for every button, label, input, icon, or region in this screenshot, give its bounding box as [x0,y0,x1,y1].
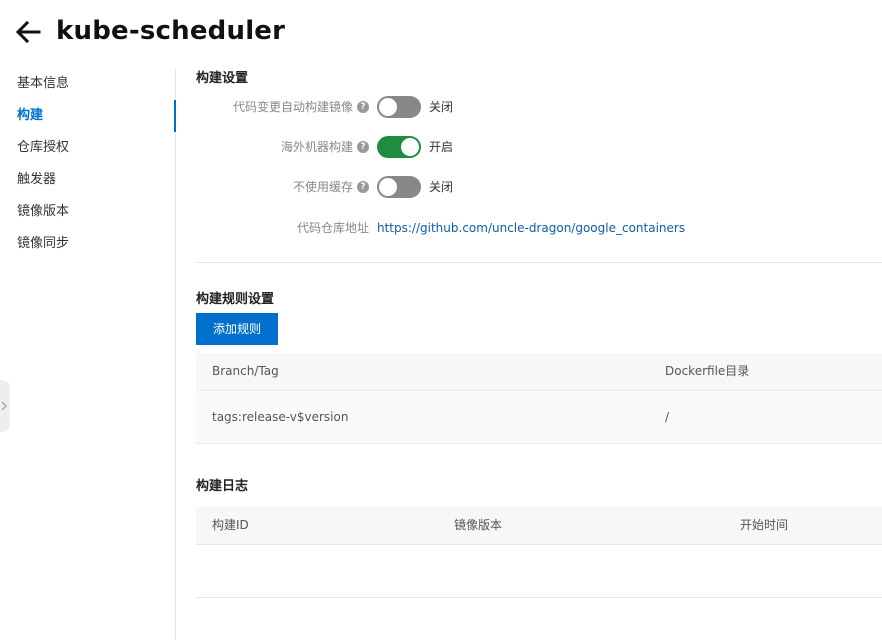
question-circle-icon[interactable]: ? [357,141,369,153]
sidebar-item-build[interactable]: 构建 [0,100,176,132]
arrow-left-icon [15,20,41,44]
auto-build-toggle[interactable] [377,96,421,118]
column-header-dockerfile-dir: Dockerfile目录 [665,364,750,378]
question-circle-icon[interactable]: ? [357,101,369,113]
build-logs-empty-body [196,545,882,598]
overseas-build-row: 海外机器构建 ? 开启 [196,135,882,159]
build-logs-table: 构建ID 镜像版本 开始时间 [196,507,882,598]
overseas-build-label: 海外机器构建 [280,140,353,154]
repo-url-row: 代码仓库地址 https://github.com/uncle-dragon/g… [196,216,882,240]
build-logs-table-header: 构建ID 镜像版本 开始时间 [196,507,882,545]
section-divider [196,262,882,263]
column-header-branch-tag: Branch/Tag [212,364,279,378]
cell-branch-tag: tags:release-v$version [212,410,349,424]
sidebar-item-image-sync[interactable]: 镜像同步 [0,228,175,260]
table-row[interactable]: tags:release-v$version / [196,391,882,444]
build-rules-table: Branch/Tag Dockerfile目录 tags:release-v$v… [196,353,882,444]
build-rules-title: 构建规则设置 [196,292,275,307]
auto-build-label-group: 代码变更自动构建镜像 ? [233,95,369,119]
toggle-knob [401,138,419,156]
back-button[interactable] [14,18,44,46]
no-cache-state: 关闭 [429,180,454,194]
sidebar-item-basic-info[interactable]: 基本信息 [0,68,175,100]
auto-build-state: 关闭 [429,100,454,114]
page-title: kube-scheduler [56,16,286,46]
auto-build-row: 代码变更自动构建镜像 ? 关闭 [196,95,882,119]
toggle-knob [379,98,397,116]
sidebar-nav: 基本信息 构建 仓库授权 触发器 镜像版本 镜像同步 [0,68,176,640]
sidebar-item-repo-auth[interactable]: 仓库授权 [0,132,175,164]
main-content: 构建设置 代码变更自动构建镜像 ? 关闭 海外机器构建 ? 开启 不使用缓存 ?… [196,64,882,640]
build-settings-title: 构建设置 [196,71,249,86]
build-rules-table-header: Branch/Tag Dockerfile目录 [196,353,882,391]
overseas-build-label-group: 海外机器构建 ? [281,135,369,159]
toggle-knob [379,178,397,196]
no-cache-label: 不使用缓存 [292,180,353,194]
no-cache-toggle[interactable] [377,176,421,198]
overseas-build-toggle[interactable] [377,136,421,158]
add-rule-button[interactable]: 添加规则 [196,313,278,345]
no-cache-row: 不使用缓存 ? 关闭 [196,175,882,199]
overseas-build-state: 开启 [429,140,454,154]
sidebar-item-image-versions[interactable]: 镜像版本 [0,196,175,228]
no-cache-label-group: 不使用缓存 ? [293,175,369,199]
build-logs-title: 构建日志 [196,479,249,494]
cell-dockerfile-dir: / [665,410,670,424]
auto-build-label: 代码变更自动构建镜像 [232,100,353,114]
sidebar-item-triggers[interactable]: 触发器 [0,164,175,196]
column-header-build-id: 构建ID [212,518,249,532]
repo-url-label: 代码仓库地址 [296,221,369,235]
column-header-image-version: 镜像版本 [454,518,503,532]
repo-url-link[interactable]: https://github.com/uncle-dragon/google_c… [377,216,685,240]
question-circle-icon[interactable]: ? [357,181,369,193]
page-header: kube-scheduler [0,0,882,64]
column-header-start-time: 开始时间 [740,518,789,532]
sidebar-collapse-handle[interactable] [0,380,10,432]
chevron-right-icon [1,401,8,411]
